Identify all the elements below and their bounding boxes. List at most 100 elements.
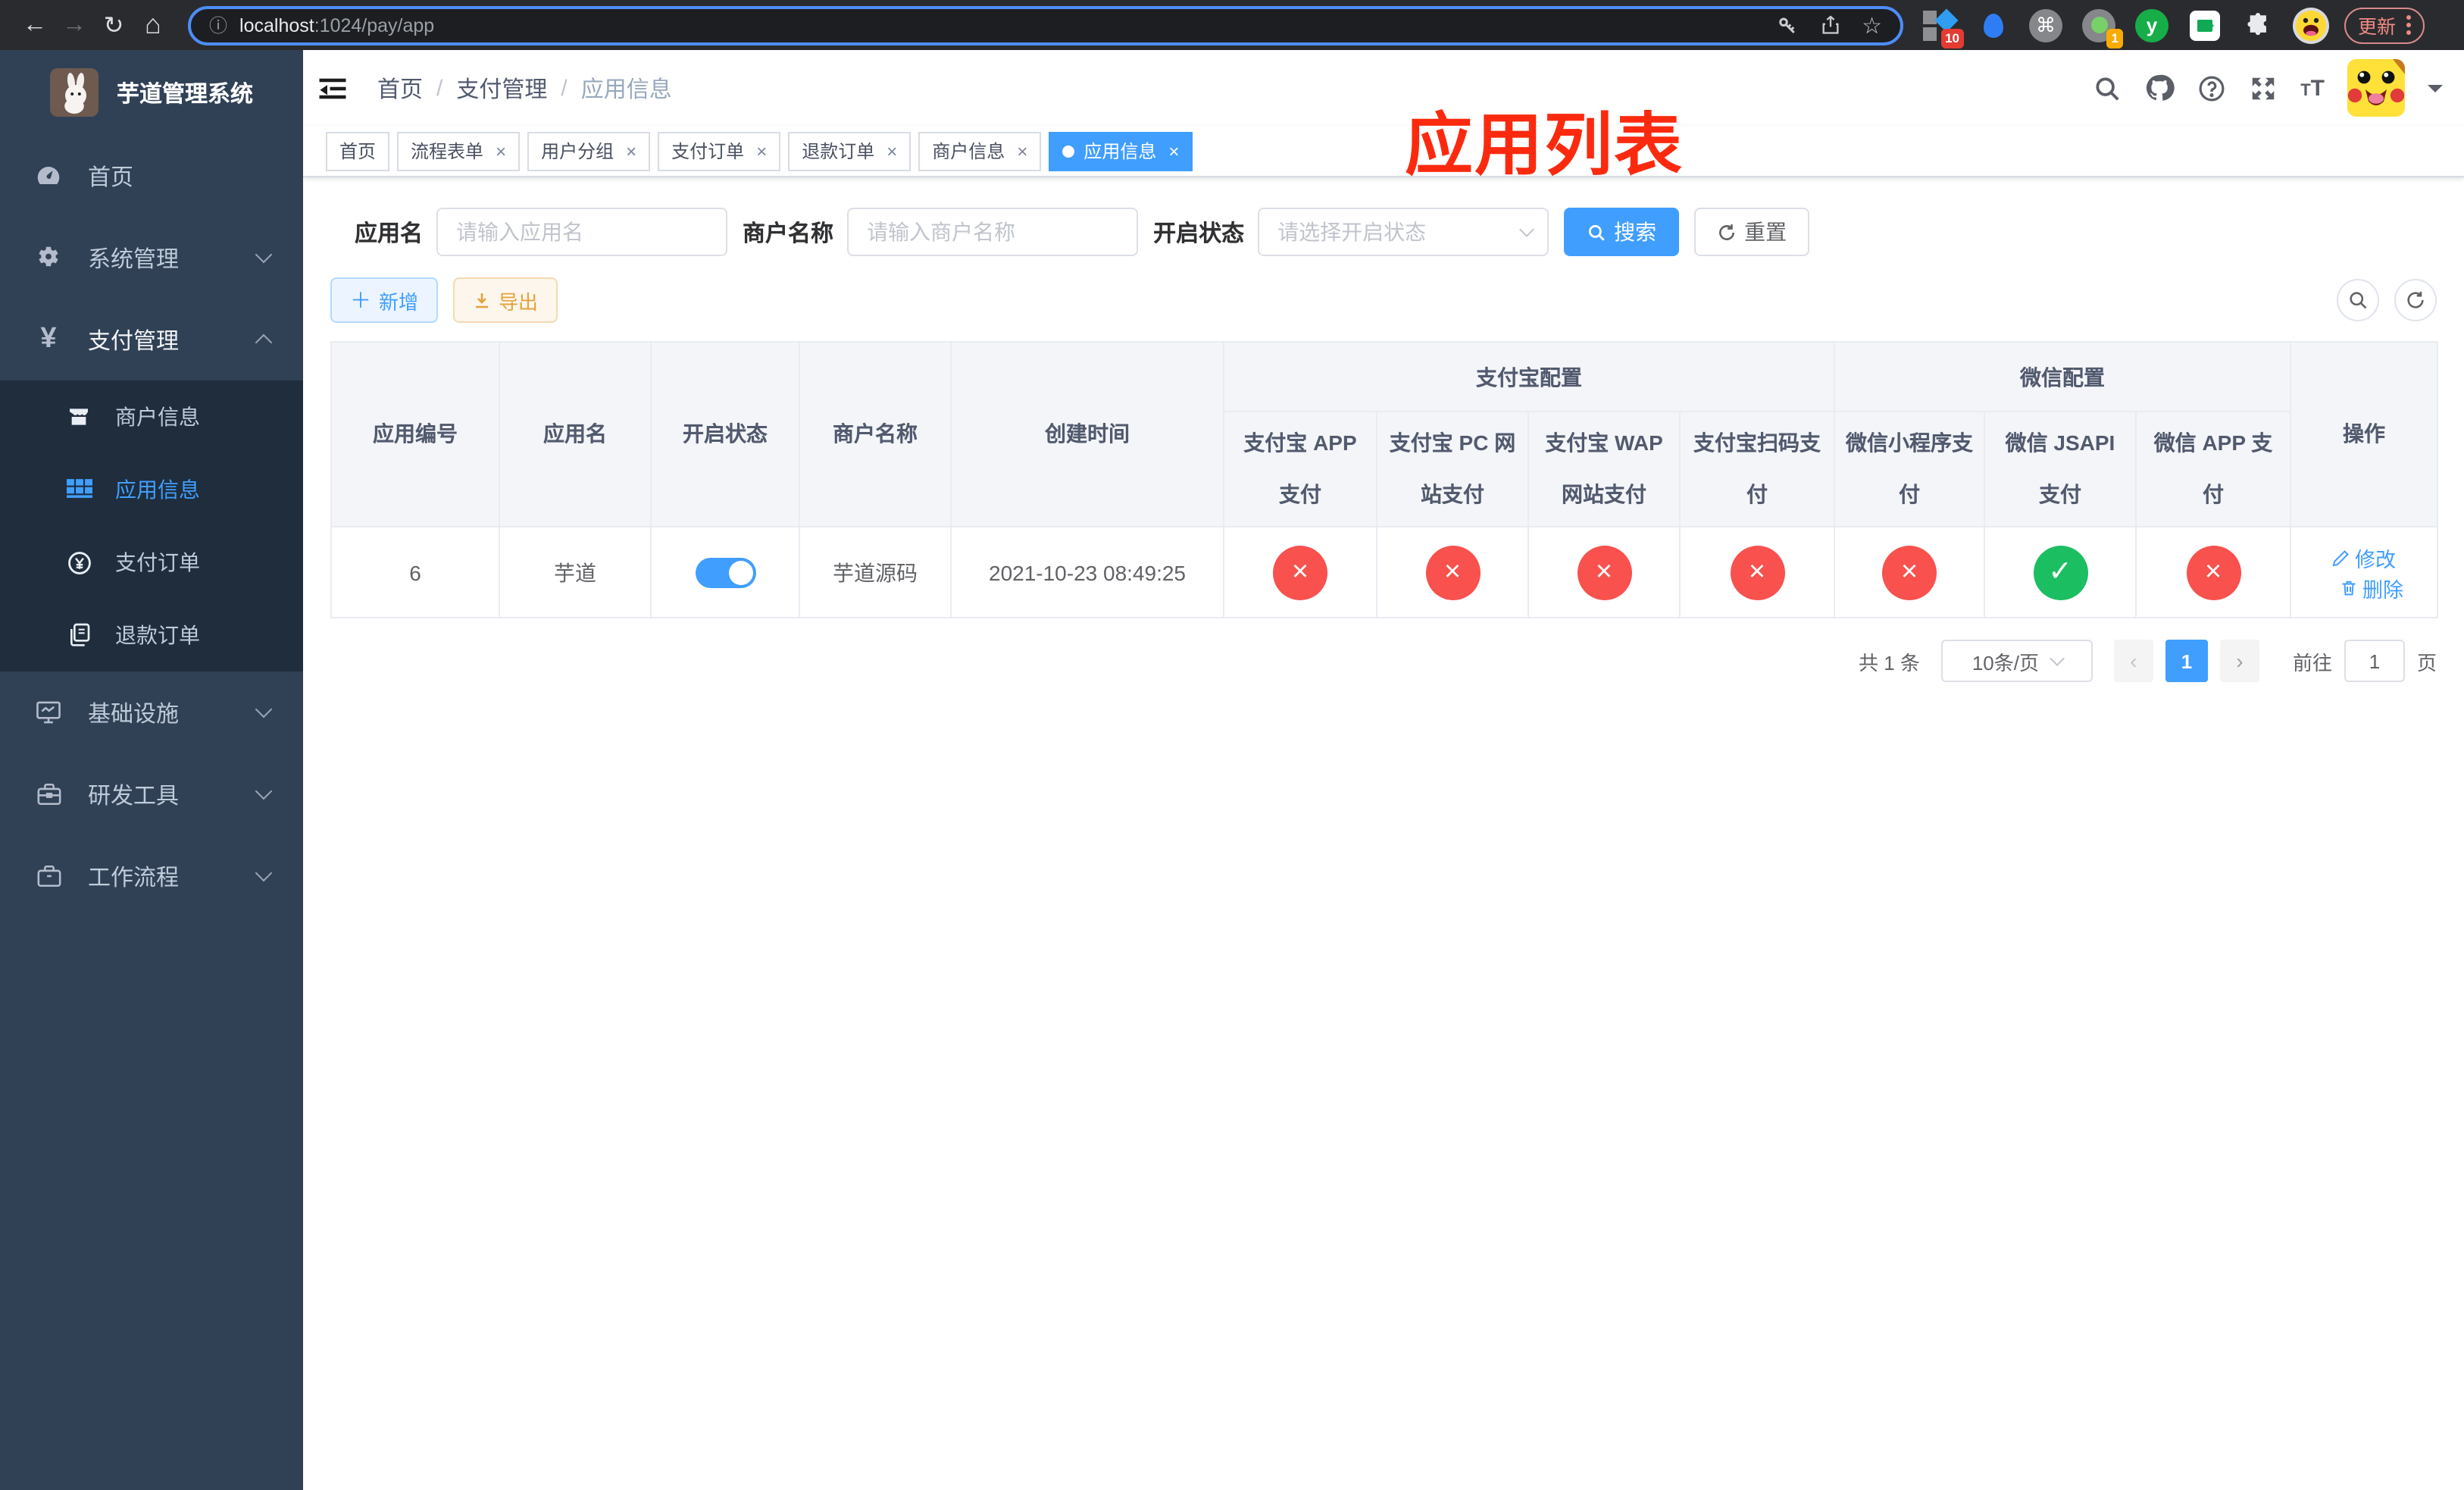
document-icon (61, 623, 97, 647)
cell-wechat-app: × (2135, 526, 2291, 619)
tab-pay-order[interactable]: 支付订单 × (658, 131, 781, 171)
extension-balloon-icon[interactable] (1975, 7, 2011, 43)
goto-page-input[interactable] (2344, 640, 2405, 683)
sidebar-item-label: 研发工具 (88, 783, 180, 809)
column-group-alipay: 支付宝配置 (1223, 341, 1835, 412)
sidebar-item-label: 支付订单 (115, 550, 200, 574)
close-icon[interactable]: × (1168, 142, 1179, 160)
add-button[interactable]: ＋ 新增 (330, 277, 439, 323)
search-icon[interactable] (2093, 74, 2122, 102)
delete-link[interactable]: 删除 (2340, 572, 2403, 603)
tab-app-info[interactable]: 应用信息 × (1049, 131, 1193, 171)
close-icon[interactable]: × (1017, 142, 1027, 160)
cell-wechat-lite: × (1834, 526, 1985, 619)
search-button[interactable]: 搜索 (1564, 208, 1680, 256)
close-icon[interactable]: × (496, 142, 506, 160)
font-size-icon[interactable]: TT (2300, 75, 2325, 101)
sidebar-item-label: 退款订单 (115, 623, 200, 647)
column-group-wechat: 微信配置 (1834, 341, 2291, 412)
tab-home[interactable]: 首页 (326, 131, 390, 171)
profile-avatar-icon[interactable] (2293, 7, 2329, 43)
browser-menu-icon[interactable] (2406, 15, 2412, 35)
password-key-icon[interactable] (1775, 14, 1798, 36)
refresh-table-button[interactable] (2394, 279, 2437, 321)
sidebar-item-merchant-info[interactable]: 商户信息 (0, 380, 303, 453)
help-icon[interactable] (2197, 74, 2226, 102)
extension-y-icon[interactable]: y (2134, 7, 2170, 43)
page-size-select[interactable]: 10条/页 (1940, 640, 2093, 683)
extensions-puzzle-icon[interactable] (2240, 7, 2276, 43)
prev-page-button[interactable]: ‹ (2113, 640, 2153, 683)
table-row: 6 芋道 芋道源码 2021-10-23 08:49:25 × × × × × (330, 526, 2438, 619)
refresh-icon (1719, 224, 1735, 239)
column-header-alipay-pc: 支付宝 PC 网站支付 (1376, 410, 1529, 528)
status-badge: × (1425, 545, 1480, 600)
page-number-button[interactable]: 1 (2165, 640, 2208, 683)
chevron-down-icon (255, 246, 273, 264)
chevron-up-icon (255, 333, 273, 352)
tab-merchant-info[interactable]: 商户信息 × (918, 131, 1042, 171)
forward-icon[interactable]: → (55, 5, 94, 45)
sidebar-item-dev-tools[interactable]: 研发工具 (0, 753, 303, 835)
fullscreen-icon[interactable] (2249, 74, 2278, 102)
sidebar-item-system[interactable]: 系统管理 (0, 217, 303, 299)
update-label: 更新 (2358, 17, 2397, 38)
sidebar-item-workflow[interactable]: 工作流程 (0, 835, 303, 917)
reload-icon[interactable]: ↻ (94, 5, 133, 45)
extension-command-icon[interactable]: ⌘ (2028, 7, 2064, 43)
search-icon (1589, 224, 1605, 240)
cell-actions: 修改 删除 (2290, 526, 2438, 619)
url-text[interactable]: localhost:1024/pay/app (239, 14, 1754, 36)
app-name-input[interactable] (436, 208, 728, 256)
avatar-caret-icon[interactable] (2428, 84, 2443, 99)
tab-process-form[interactable]: 流程表单 × (397, 131, 521, 171)
home-icon[interactable]: ⌂ (133, 5, 173, 45)
sidebar-item-home[interactable]: 首页 (0, 135, 303, 217)
breadcrumb-payment[interactable]: 支付管理 (456, 72, 547, 104)
status-badge: × (2186, 545, 2240, 600)
extensions-area: 10 ⌘ 1 y (1921, 7, 2329, 48)
reset-button[interactable]: 重置 (1694, 208, 1810, 256)
github-icon[interactable] (2144, 73, 2175, 103)
sidebar-item-app-info[interactable]: 应用信息 (0, 453, 303, 526)
screenshot-stage: ← → ↻ ⌂ ⓘ localhost:1024/pay/app ☆ 10 ⌘ (0, 0, 2464, 1490)
tab-refund-order[interactable]: 退款订单 × (788, 131, 911, 171)
sidebar-item-label: 支付管理 (88, 328, 180, 354)
sidebar-item-refund-order[interactable]: 退款订单 (0, 599, 303, 671)
bookmark-star-icon[interactable]: ☆ (1862, 11, 1882, 39)
merchant-name-input[interactable] (847, 208, 1139, 256)
yen-icon: ¥ (40, 323, 57, 355)
toolbar-right-actions (2337, 279, 2437, 321)
column-header-wechat-app: 微信 APP 支付 (2135, 410, 2291, 528)
app-logo[interactable]: 芋道管理系统 (0, 50, 303, 135)
breadcrumb-current: 应用信息 (580, 77, 672, 102)
url-bar[interactable]: ⓘ localhost:1024/pay/app ☆ (188, 5, 1903, 45)
extension-chat-icon[interactable] (2187, 7, 2223, 43)
enabled-switch[interactable] (695, 557, 755, 588)
close-icon[interactable]: × (626, 142, 636, 160)
breadcrumb-home[interactable]: 首页 (377, 72, 423, 104)
edit-link[interactable]: 修改 (2332, 542, 2396, 572)
annotation-title: 应用列表 (1405, 106, 1684, 183)
export-button[interactable]: 导出 (453, 277, 558, 323)
close-icon[interactable]: × (756, 142, 767, 160)
sidebar-collapse-icon[interactable] (303, 72, 361, 104)
share-icon[interactable] (1819, 14, 1840, 36)
column-header-alipay-qr: 支付宝扫码支付 (1679, 410, 1835, 528)
tab-user-group[interactable]: 用户分组 × (527, 131, 651, 171)
user-avatar[interactable] (2347, 59, 2405, 117)
toggle-search-button[interactable] (2337, 279, 2379, 321)
sidebar-item-infrastructure[interactable]: 基础设施 (0, 671, 303, 753)
chrome-update-button[interactable]: 更新 (2344, 7, 2425, 43)
extension-recorder-icon[interactable]: 1 (2081, 7, 2123, 48)
sidebar-item-pay-order[interactable]: 支付订单 (0, 526, 303, 599)
back-icon[interactable]: ← (15, 5, 55, 45)
close-icon[interactable]: × (886, 142, 897, 160)
extension-sketch-icon[interactable]: 10 (1921, 7, 1964, 48)
sidebar-item-payment[interactable]: ¥ 支付管理 (0, 299, 303, 380)
column-header-created: 创建时间 (950, 340, 1224, 528)
site-info-icon[interactable]: ⓘ (209, 12, 227, 38)
next-page-button[interactable]: › (2219, 640, 2259, 683)
browser-toolbar: ← → ↻ ⌂ ⓘ localhost:1024/pay/app ☆ 10 ⌘ (0, 0, 2464, 50)
status-select[interactable]: 请选择开启状态 (1258, 208, 1549, 256)
